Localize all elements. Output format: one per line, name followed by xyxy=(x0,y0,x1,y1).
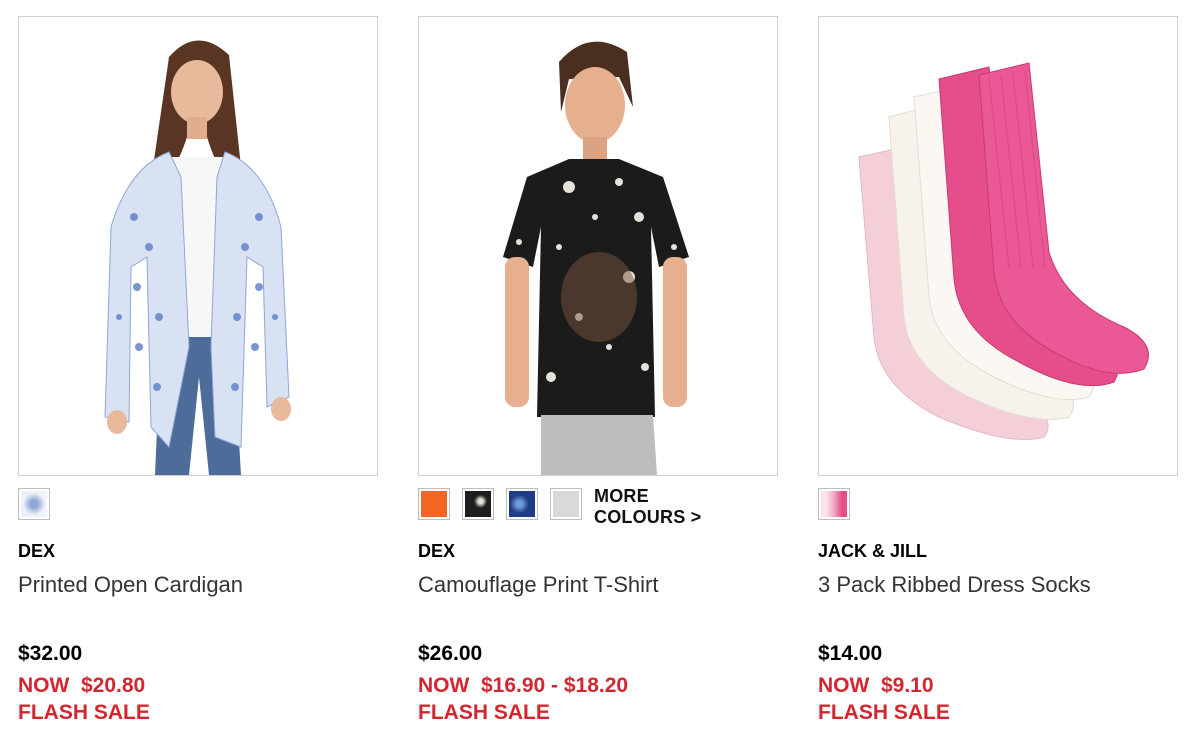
product-name[interactable]: Printed Open Cardigan xyxy=(18,572,378,598)
product-card-cardigan: DEX Printed Open Cardigan $32.00 NOW $20… xyxy=(18,16,378,725)
sale-price: NOW $9.10 xyxy=(818,674,934,697)
product-brand: JACK & JILL xyxy=(818,541,928,561)
swatch-fill xyxy=(821,491,847,517)
colour-swatches xyxy=(818,488,1178,540)
more-colours-link[interactable]: MORE COLOURS > xyxy=(594,486,724,528)
product-name[interactable]: 3 Pack Ribbed Dress Socks xyxy=(818,572,1178,598)
sale-price: NOW $16.90 - $18.20 xyxy=(418,674,629,697)
colour-swatch-grey[interactable] xyxy=(550,488,582,520)
product-brand: DEX xyxy=(18,541,56,561)
swatch-fill xyxy=(465,491,491,517)
colour-swatch-blue[interactable] xyxy=(506,488,538,520)
product-card-tshirt: MORE COLOURS > DEX Camouflage Print T-Sh… xyxy=(418,16,778,725)
product-image-cardigan[interactable] xyxy=(18,16,378,476)
more-colours-label: MORE COLOURS > xyxy=(594,486,702,527)
flash-sale-label: FLASH SALE xyxy=(818,701,950,724)
colour-swatch-orange[interactable] xyxy=(418,488,450,520)
swatch-fill xyxy=(421,491,447,517)
original-price: $26.00 xyxy=(418,642,483,665)
product-brand: DEX xyxy=(418,541,456,561)
flash-sale-label: FLASH SALE xyxy=(418,701,550,724)
product-image-socks[interactable] xyxy=(818,16,1178,476)
swatch-fill xyxy=(509,491,535,517)
product-name[interactable]: Camouflage Print T-Shirt xyxy=(418,572,778,598)
colour-swatches: MORE COLOURS > xyxy=(418,486,778,540)
colour-swatch[interactable] xyxy=(18,488,50,520)
swatch-fill xyxy=(553,491,579,517)
original-price: $32.00 xyxy=(18,642,83,665)
colour-swatch-black[interactable] xyxy=(462,488,494,520)
product-grid: DEX Printed Open Cardigan $32.00 NOW $20… xyxy=(0,0,1192,754)
colour-swatch-pink[interactable] xyxy=(818,488,850,520)
sale-price: NOW $20.80 xyxy=(18,674,146,697)
colour-swatches xyxy=(18,488,378,540)
product-card-socks: JACK & JILL 3 Pack Ribbed Dress Socks $1… xyxy=(818,16,1178,725)
product-image-tshirt[interactable] xyxy=(418,16,778,476)
original-price: $14.00 xyxy=(818,642,883,665)
flash-sale-label: FLASH SALE xyxy=(18,701,150,724)
